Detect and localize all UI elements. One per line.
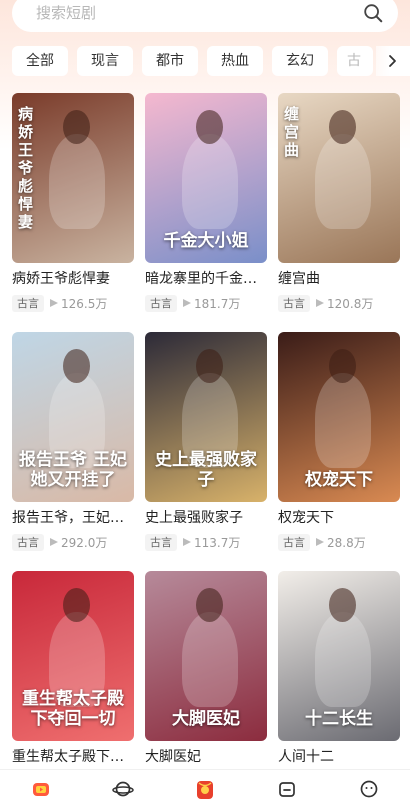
category-urban[interactable]: 都市	[142, 46, 198, 76]
red-envelope-icon	[197, 781, 213, 799]
drama-cover-image[interactable]: 缠宫曲	[278, 93, 400, 263]
drama-title[interactable]: 病娇王爷彪悍妻	[12, 270, 134, 288]
cover-title-art: 十二长生	[305, 709, 373, 729]
cover-title-art: 病娇王爷彪悍妻	[18, 105, 34, 231]
drama-cover-image[interactable]: 史上最强败家子	[145, 332, 267, 502]
category-ancient[interactable]: 古	[337, 46, 373, 76]
drama-meta: 古言 292.0万	[12, 533, 134, 551]
drama-title[interactable]: 权宠天下	[278, 509, 400, 527]
tab-bonus[interactable]	[185, 770, 225, 808]
category-all[interactable]: 全部	[12, 46, 68, 76]
tab-profile[interactable]	[349, 770, 389, 808]
drama-meta: 古言 113.7万	[145, 533, 267, 551]
drama-card[interactable]: 重生帮太子殿下夺回一切重生帮太子殿下夺回一切	[12, 571, 134, 798]
drama-cover-image[interactable]: 权宠天下	[278, 332, 400, 502]
cover-figure-head	[329, 349, 357, 383]
drama-cover-image[interactable]: 十二长生	[278, 571, 400, 741]
cover-figure-head	[329, 110, 357, 144]
drama-cover-image[interactable]: 报告王爷 王妃她又开挂了	[12, 332, 134, 502]
genre-badge: 古言	[12, 533, 44, 551]
cover-figure-head	[196, 588, 224, 622]
drama-cover-image[interactable]: 重生帮太子殿下夺回一切	[12, 571, 134, 741]
search-icon[interactable]	[362, 2, 384, 24]
cover-figure	[314, 372, 371, 468]
drama-icon	[33, 783, 49, 796]
play-count: 120.8万	[327, 296, 374, 311]
drama-card[interactable]: 千金大小姐暗龙寨里的千金大小姐古言 181.7万	[145, 93, 267, 320]
drama-card[interactable]: 权宠天下 权宠天下 古言 28.8万	[278, 332, 400, 559]
drama-cover-image[interactable]: 大脚医妃	[145, 571, 267, 741]
genre-badge: 古言	[145, 533, 177, 551]
cover-figure-head	[63, 349, 91, 383]
play-count-icon	[183, 538, 191, 546]
play-count-icon	[50, 538, 58, 546]
search-input[interactable]	[34, 3, 362, 23]
play-count: 292.0万	[61, 535, 108, 550]
cover-figure-head	[63, 110, 91, 144]
cover-title-art: 史上最强败家子	[155, 450, 257, 490]
cover-figure	[314, 611, 371, 707]
cover-figure-head	[329, 588, 357, 622]
category-hot-blooded[interactable]: 热血	[207, 46, 263, 76]
play-count-icon	[183, 299, 191, 307]
category-modern-romance[interactable]: 现言	[77, 46, 133, 76]
drama-title[interactable]: 大脚医妃	[145, 748, 267, 766]
drama-title[interactable]: 缠宫曲	[278, 270, 400, 288]
cover-title-art: 千金大小姐	[163, 231, 249, 251]
drama-meta: 古言 28.8万	[278, 533, 400, 551]
smile-icon	[360, 780, 378, 798]
cover-figure-head	[63, 588, 91, 622]
drama-title[interactable]: 史上最强败家子	[145, 509, 267, 527]
drama-card[interactable]: 大脚医妃 大脚医妃	[145, 571, 267, 798]
chevron-right-icon	[389, 55, 396, 67]
drama-cover-image[interactable]: 千金大小姐	[145, 93, 267, 263]
genre-badge: 古言	[278, 294, 310, 312]
play-count: 113.7万	[194, 535, 241, 550]
cover-title-art: 大脚医妃	[172, 709, 240, 729]
drama-title[interactable]: 人间十二	[278, 748, 400, 766]
cover-figure-head	[196, 349, 224, 383]
cover-figure	[48, 133, 105, 229]
tab-history[interactable]	[267, 770, 307, 808]
tab-drama[interactable]	[21, 770, 61, 808]
cover-title-art: 报告王爷 王妃她又开挂了	[19, 450, 127, 490]
drama-card[interactable]: 报告王爷 王妃她又开挂了报告王爷，王妃她又开挂了古言 292.0万	[12, 332, 134, 559]
bottom-tab-bar	[0, 769, 410, 808]
play-count: 126.5万	[61, 296, 108, 311]
folder-icon	[279, 782, 295, 797]
drama-card[interactable]: 史上最强败家子 史上最强败家子 古言 113.7万	[145, 332, 267, 559]
category-fantasy[interactable]: 玄幻	[272, 46, 328, 76]
drama-title[interactable]: 报告王爷，王妃她又开挂了	[12, 509, 134, 527]
cover-figure	[314, 133, 371, 229]
play-count-icon	[316, 538, 324, 546]
planet-icon	[112, 781, 134, 797]
genre-badge: 古言	[12, 294, 44, 312]
drama-card[interactable]: 病娇王爷彪悍妻 病娇王爷彪悍妻 古言 126.5万	[12, 93, 134, 320]
drama-card[interactable]: 缠宫曲 缠宫曲 古言 120.8万	[278, 93, 400, 320]
tab-community[interactable]	[103, 770, 143, 808]
play-count: 28.8万	[327, 535, 366, 550]
drama-card[interactable]: 十二长生 人间十二	[278, 571, 400, 798]
category-tabs: 全部 现言 都市 热血 玄幻 古	[12, 46, 410, 78]
drama-meta: 古言 181.7万	[145, 294, 267, 312]
drama-cover-image[interactable]: 病娇王爷彪悍妻	[12, 93, 134, 263]
play-count-icon	[50, 299, 58, 307]
cover-title-art: 缠宫曲	[284, 105, 300, 159]
genre-badge: 古言	[278, 533, 310, 551]
drama-grid: 病娇王爷彪悍妻病娇王爷彪悍妻古言126.5万千金大小姐暗龙寨里的千金大小姐古言1…	[12, 93, 400, 798]
drama-title[interactable]: 暗龙寨里的千金大小姐	[145, 270, 267, 288]
more-categories-button[interactable]	[376, 46, 410, 76]
drama-meta: 古言 120.8万	[278, 294, 400, 312]
cover-figure	[181, 611, 238, 707]
search-bar[interactable]	[12, 0, 398, 32]
cover-figure	[181, 133, 238, 229]
drama-title[interactable]: 重生帮太子殿下夺回一切	[12, 748, 134, 766]
play-count: 181.7万	[194, 296, 241, 311]
drama-meta: 古言 126.5万	[12, 294, 134, 312]
play-count-icon	[316, 299, 324, 307]
cover-title-art: 权宠天下	[305, 470, 373, 490]
genre-badge: 古言	[145, 294, 177, 312]
cover-figure-head	[196, 110, 224, 144]
cover-title-art: 重生帮太子殿下夺回一切	[22, 689, 124, 729]
